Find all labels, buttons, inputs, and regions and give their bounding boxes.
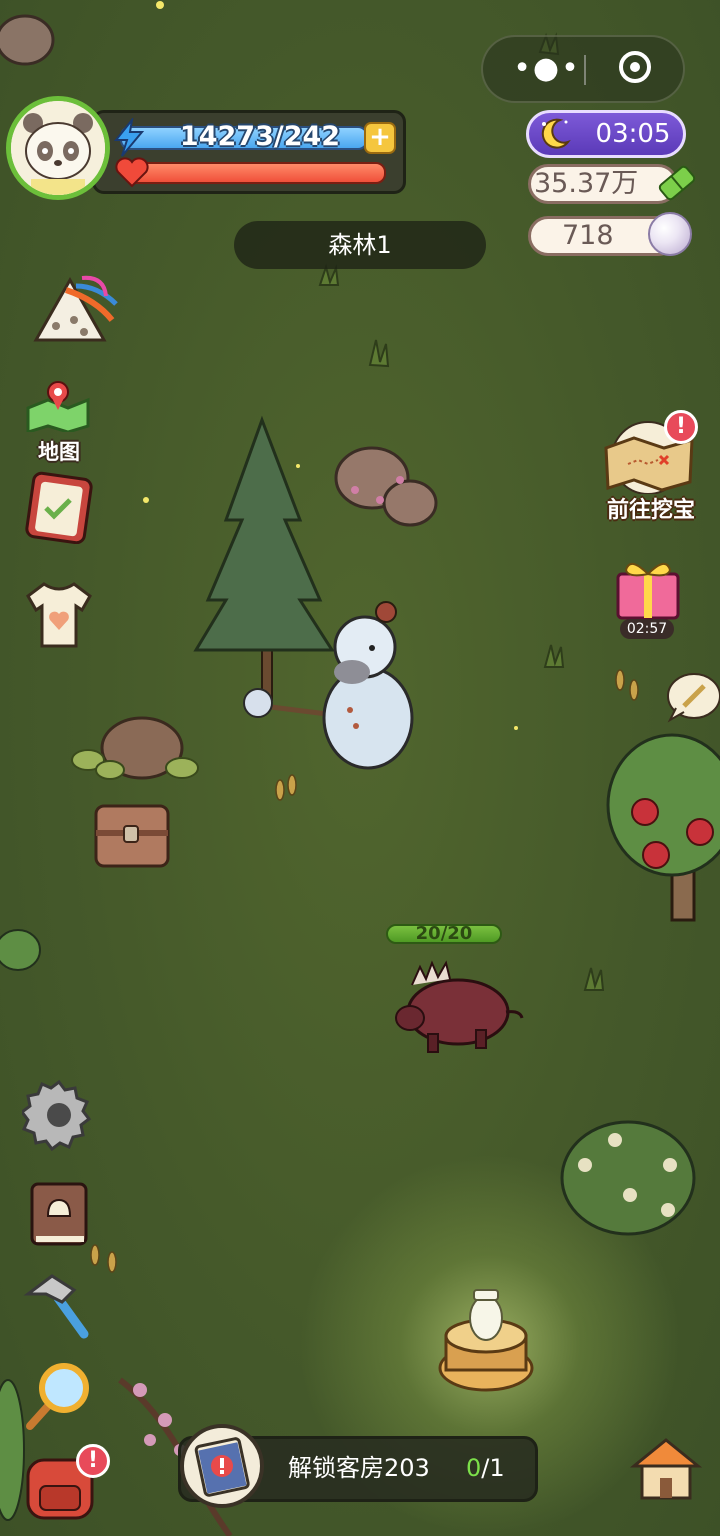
- home-icon[interactable]: [630, 1432, 702, 1504]
- bamboo-amount: 35.37万: [534, 168, 639, 199]
- hammer-icon[interactable]: [22, 1268, 96, 1342]
- recipe-book-icon[interactable]: [22, 1176, 96, 1250]
- bamboo-icon: [658, 165, 696, 201]
- heart-icon: [115, 157, 149, 188]
- map-label: 地图: [38, 440, 80, 464]
- lightning-icon: [113, 118, 145, 157]
- zongzi-event-icon[interactable]: [26, 270, 126, 350]
- quest-progress: 0/1: [466, 1448, 505, 1488]
- quest-clipboard-icon: [180, 1424, 264, 1508]
- settings-gear-icon[interactable]: [22, 1078, 96, 1152]
- quest-progress-done: 0: [466, 1454, 482, 1482]
- quest-progress-total: /1: [481, 1454, 505, 1482]
- notebook-icon[interactable]: [22, 470, 96, 544]
- close-target-icon[interactable]: [619, 51, 651, 83]
- location-label: 森林1: [234, 221, 486, 269]
- treasure-alert-badge: !: [664, 410, 698, 444]
- health-bar: [124, 162, 386, 184]
- gift-timer: 02:57: [620, 619, 674, 639]
- pearl-icon: [648, 212, 692, 256]
- capsule-divider: [584, 55, 586, 85]
- more-dots-icon[interactable]: •●•: [513, 54, 581, 84]
- add-energy-button[interactable]: +: [364, 122, 396, 154]
- quest-title: 解锁客房203: [288, 1454, 430, 1482]
- energy-value: 14273/242: [179, 121, 341, 152]
- backpack-alert-badge: !: [76, 1444, 110, 1478]
- map-button[interactable]: 地图: [22, 378, 96, 464]
- boar-health-value: 20/20: [415, 923, 473, 944]
- map-icon: [26, 381, 90, 435]
- gift-box-icon[interactable]: [610, 552, 686, 622]
- treasure-hunt-label: 前往挖宝: [606, 498, 695, 523]
- menu-capsule: •●•: [481, 35, 685, 103]
- panda-face-icon: [11, 101, 105, 195]
- wheat-bubble-icon[interactable]: [664, 672, 720, 724]
- magnifier-icon[interactable]: [22, 1358, 96, 1432]
- pearl-amount: 718: [562, 220, 614, 251]
- plus-icon: +: [369, 122, 391, 152]
- night-time: 03:05: [595, 119, 671, 149]
- moon-icon: [541, 118, 571, 149]
- shirt-icon[interactable]: [22, 578, 96, 652]
- panda-avatar[interactable]: [6, 96, 110, 200]
